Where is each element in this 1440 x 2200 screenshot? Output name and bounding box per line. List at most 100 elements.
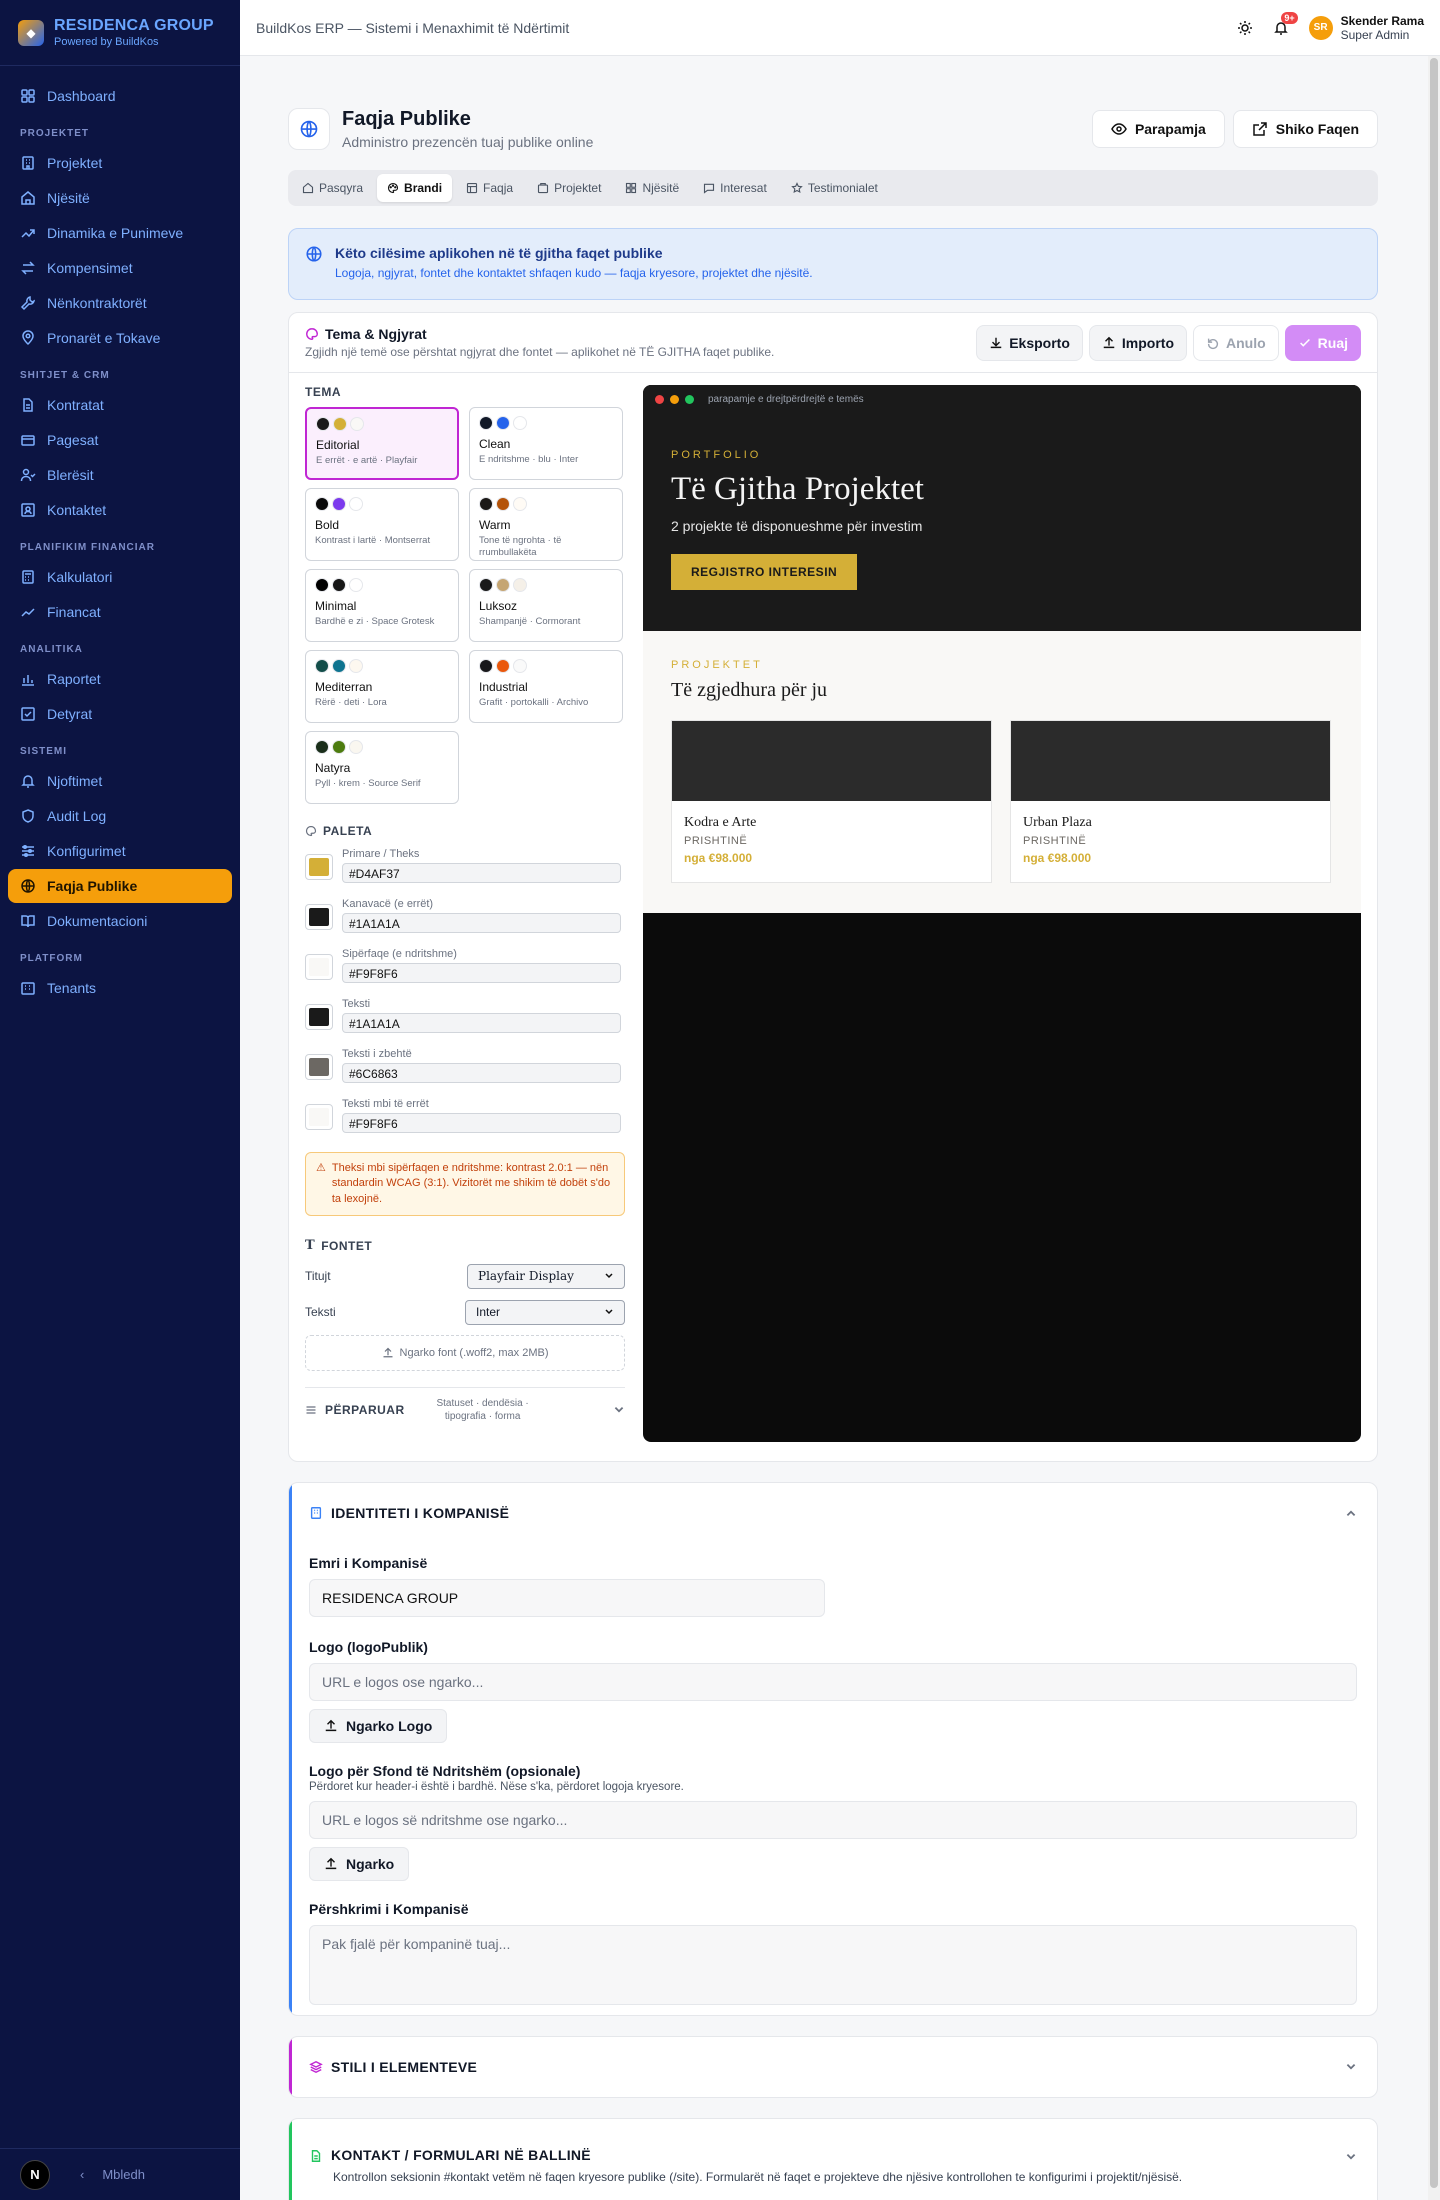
palette-hex-input[interactable]: #F9F8F6 <box>342 963 621 983</box>
tab-njesite[interactable]: Njësitë <box>615 174 689 202</box>
sidebar-item-label: Kompensimet <box>47 260 133 276</box>
sidebar-item-faqja-publike[interactable]: Faqja Publike <box>8 869 232 903</box>
collapse-button[interactable]: ‹ Mbledh <box>80 2167 145 2182</box>
advanced-toggle[interactable]: PËRPARUAR Statuset · dendësia · tipograf… <box>305 1387 625 1431</box>
theme-option-industrial[interactable]: Industrial Grafit · portokalli · Archivo <box>469 650 623 723</box>
sidebar-item-tenants[interactable]: Tenants <box>8 971 232 1005</box>
sidebar-item-dokumentacioni[interactable]: Dokumentacioni <box>8 904 232 938</box>
tab-pasqyra[interactable]: Pasqyra <box>292 174 373 202</box>
logo-url-input[interactable]: URL e logos ose ngarko... <box>309 1663 1357 1701</box>
preview-button[interactable]: Parapamja <box>1091 110 1225 148</box>
color-swatch[interactable] <box>305 1004 333 1030</box>
color-swatch[interactable] <box>305 1104 333 1130</box>
export-button[interactable]: Eksporto <box>976 324 1083 361</box>
color-swatch[interactable] <box>305 904 333 930</box>
theme-option-luksoz[interactable]: Luksoz Shampanjë · Cormorant <box>469 569 623 642</box>
sidebar-item-konfigurimet[interactable]: Konfigurimet <box>8 834 232 868</box>
upload-light-logo-label: Ngarko <box>346 1856 395 1872</box>
sidebar-item-raportet[interactable]: Raportet <box>8 662 232 696</box>
sidebar-item-label: Faqja Publike <box>47 878 138 894</box>
theme-color-dot <box>315 740 329 754</box>
color-swatch[interactable] <box>305 954 333 980</box>
color-swatch[interactable] <box>305 1054 333 1080</box>
sidebar-item-bleresit[interactable]: Blerësit <box>8 458 232 492</box>
theme-option-bold[interactable]: Bold Kontrast i lartë · Montserrat <box>305 488 459 561</box>
body-font-select[interactable]: Inter <box>465 1299 625 1325</box>
theme-option-clean[interactable]: Clean E ndritshme · blu · Inter <box>469 407 623 480</box>
upload-logo-button[interactable]: Ngarko Logo <box>309 1709 448 1743</box>
light-logo-url-input[interactable]: URL e logos së ndritshme ose ngarko... <box>309 1801 1357 1839</box>
theme-option-warm[interactable]: Warm Tone të ngrohta · të rrumbullakëta <box>469 488 623 561</box>
theme-option-editorial[interactable]: Editorial E errët · e artë · Playfair <box>305 407 459 480</box>
view-page-button[interactable]: Shiko Faqen <box>1232 110 1378 148</box>
tab-brandi[interactable]: Brandi <box>377 174 453 202</box>
sidebar-item-dashboard[interactable]: Dashboard <box>8 79 232 113</box>
sidebar-item-projektet[interactable]: Projektet <box>8 146 232 180</box>
external-link-icon <box>1253 122 1267 136</box>
chevron-up-icon[interactable] <box>1345 1507 1357 1519</box>
theme-color-dot <box>349 659 363 673</box>
theme-toggle-button[interactable] <box>1237 20 1253 36</box>
sidebar-item-financat[interactable]: Financat <box>8 595 232 629</box>
home-icon <box>302 182 314 194</box>
user-check-icon <box>20 468 36 482</box>
building-icon <box>22 156 34 170</box>
sidebar-item-dinamika[interactable]: Dinamika e Punimeve <box>8 216 232 250</box>
undo-button[interactable]: Anulo <box>1193 324 1279 361</box>
grid-icon <box>626 182 637 194</box>
sidebar-item-kalkulatori[interactable]: Kalkulatori <box>8 560 232 594</box>
save-button[interactable]: Ruaj <box>1284 324 1361 361</box>
palette-hex-input[interactable]: #6C6863 <box>342 1063 621 1083</box>
sun-icon <box>1237 20 1252 35</box>
company-name-input[interactable]: RESIDENCA GROUP <box>309 1579 825 1617</box>
sidebar-item-kontratat[interactable]: Kontratat <box>8 388 232 422</box>
light-logo-help: Përdoret kur header-i është i bardhë. Në… <box>309 1781 684 1793</box>
tab-faqja[interactable]: Faqja <box>456 174 523 202</box>
page-scrollbar[interactable] <box>1428 56 1440 2200</box>
scrollbar-thumb[interactable] <box>1430 58 1438 2188</box>
project-image-placeholder <box>672 721 991 801</box>
tab-testimonialet[interactable]: Testimonialet <box>781 174 888 202</box>
notifications-button[interactable]: 9+ <box>1273 11 1298 36</box>
theme-option-mediterran[interactable]: Mediterran Rërë · deti · Lora <box>305 650 459 723</box>
brand[interactable]: ◆ RESIDENCA GROUP Powered by BuildKos <box>0 0 240 66</box>
sidebar-item-nenkontraktoret[interactable]: Nënkontraktorët <box>8 286 232 320</box>
sidebar-item-audit-log[interactable]: Audit Log <box>8 799 232 833</box>
sidebar-item-pronaret[interactable]: Pronarët e Tokave <box>8 321 232 355</box>
heading-font-label: Titujt <box>305 1269 331 1284</box>
chevron-down-icon[interactable] <box>1345 2061 1357 2073</box>
tab-projektet[interactable]: Projektet <box>527 174 611 202</box>
tab-interesat[interactable]: Interesat <box>693 174 777 202</box>
heading-font-select[interactable]: Playfair Display <box>467 1263 625 1289</box>
upload-light-logo-button[interactable]: Ngarko <box>309 1847 410 1881</box>
user-menu[interactable]: SR Skender Rama Super Admin <box>1308 14 1424 42</box>
theme-option-natyra[interactable]: Natyra Pyll · krem · Source Serif <box>305 731 459 804</box>
sidebar-item-kompensimet[interactable]: Kompensimet <box>8 251 232 285</box>
trending-up-icon <box>21 608 35 617</box>
sidebar-item-kontaktet[interactable]: Kontaktet <box>8 493 232 527</box>
palette-hex-input[interactable]: #D4AF37 <box>342 863 621 883</box>
chevron-down-icon[interactable] <box>1345 2151 1357 2163</box>
color-swatch[interactable] <box>305 854 333 880</box>
sidebar-item-detyrat[interactable]: Detyrat <box>8 697 232 731</box>
file-icon <box>23 398 33 412</box>
nav-section-title: ANALITIKA <box>20 644 83 655</box>
palette-hex-input[interactable]: #F9F8F6 <box>342 1113 621 1133</box>
upload-font-button[interactable]: Ngarko font (.woff2, max 2MB) <box>305 1335 625 1372</box>
sidebar-item-njoftimet[interactable]: Njoftimet <box>8 764 232 798</box>
theme-color-dots <box>479 578 613 592</box>
palette-hex-input[interactable]: #1A1A1A <box>342 1013 621 1033</box>
company-desc-textarea[interactable]: Pak fjalë për kompaninë tuaj... <box>309 1925 1357 2005</box>
theme-color-dot <box>513 497 527 511</box>
sidebar-item-pagesat[interactable]: Pagesat <box>8 423 232 457</box>
import-button[interactable]: Importo <box>1088 324 1187 361</box>
theme-color-dots <box>479 416 613 430</box>
palette-hex-input[interactable]: #1A1A1A <box>342 913 621 933</box>
check-square-icon <box>21 707 35 721</box>
contact-header[interactable]: KONTAKT / FORMULARI NË BALLINË <box>289 2119 1377 2163</box>
styles-header[interactable]: STILI I ELEMENTEVE <box>289 2037 1377 2097</box>
theme-option-minimal[interactable]: Minimal Bardhë e zi · Space Grotesk <box>305 569 459 642</box>
framework-badge[interactable]: N <box>20 2159 50 2190</box>
identity-header[interactable]: IDENTITETI I KOMPANISË <box>289 1483 1377 1543</box>
sidebar-item-njesite[interactable]: Njësitë <box>8 181 232 215</box>
